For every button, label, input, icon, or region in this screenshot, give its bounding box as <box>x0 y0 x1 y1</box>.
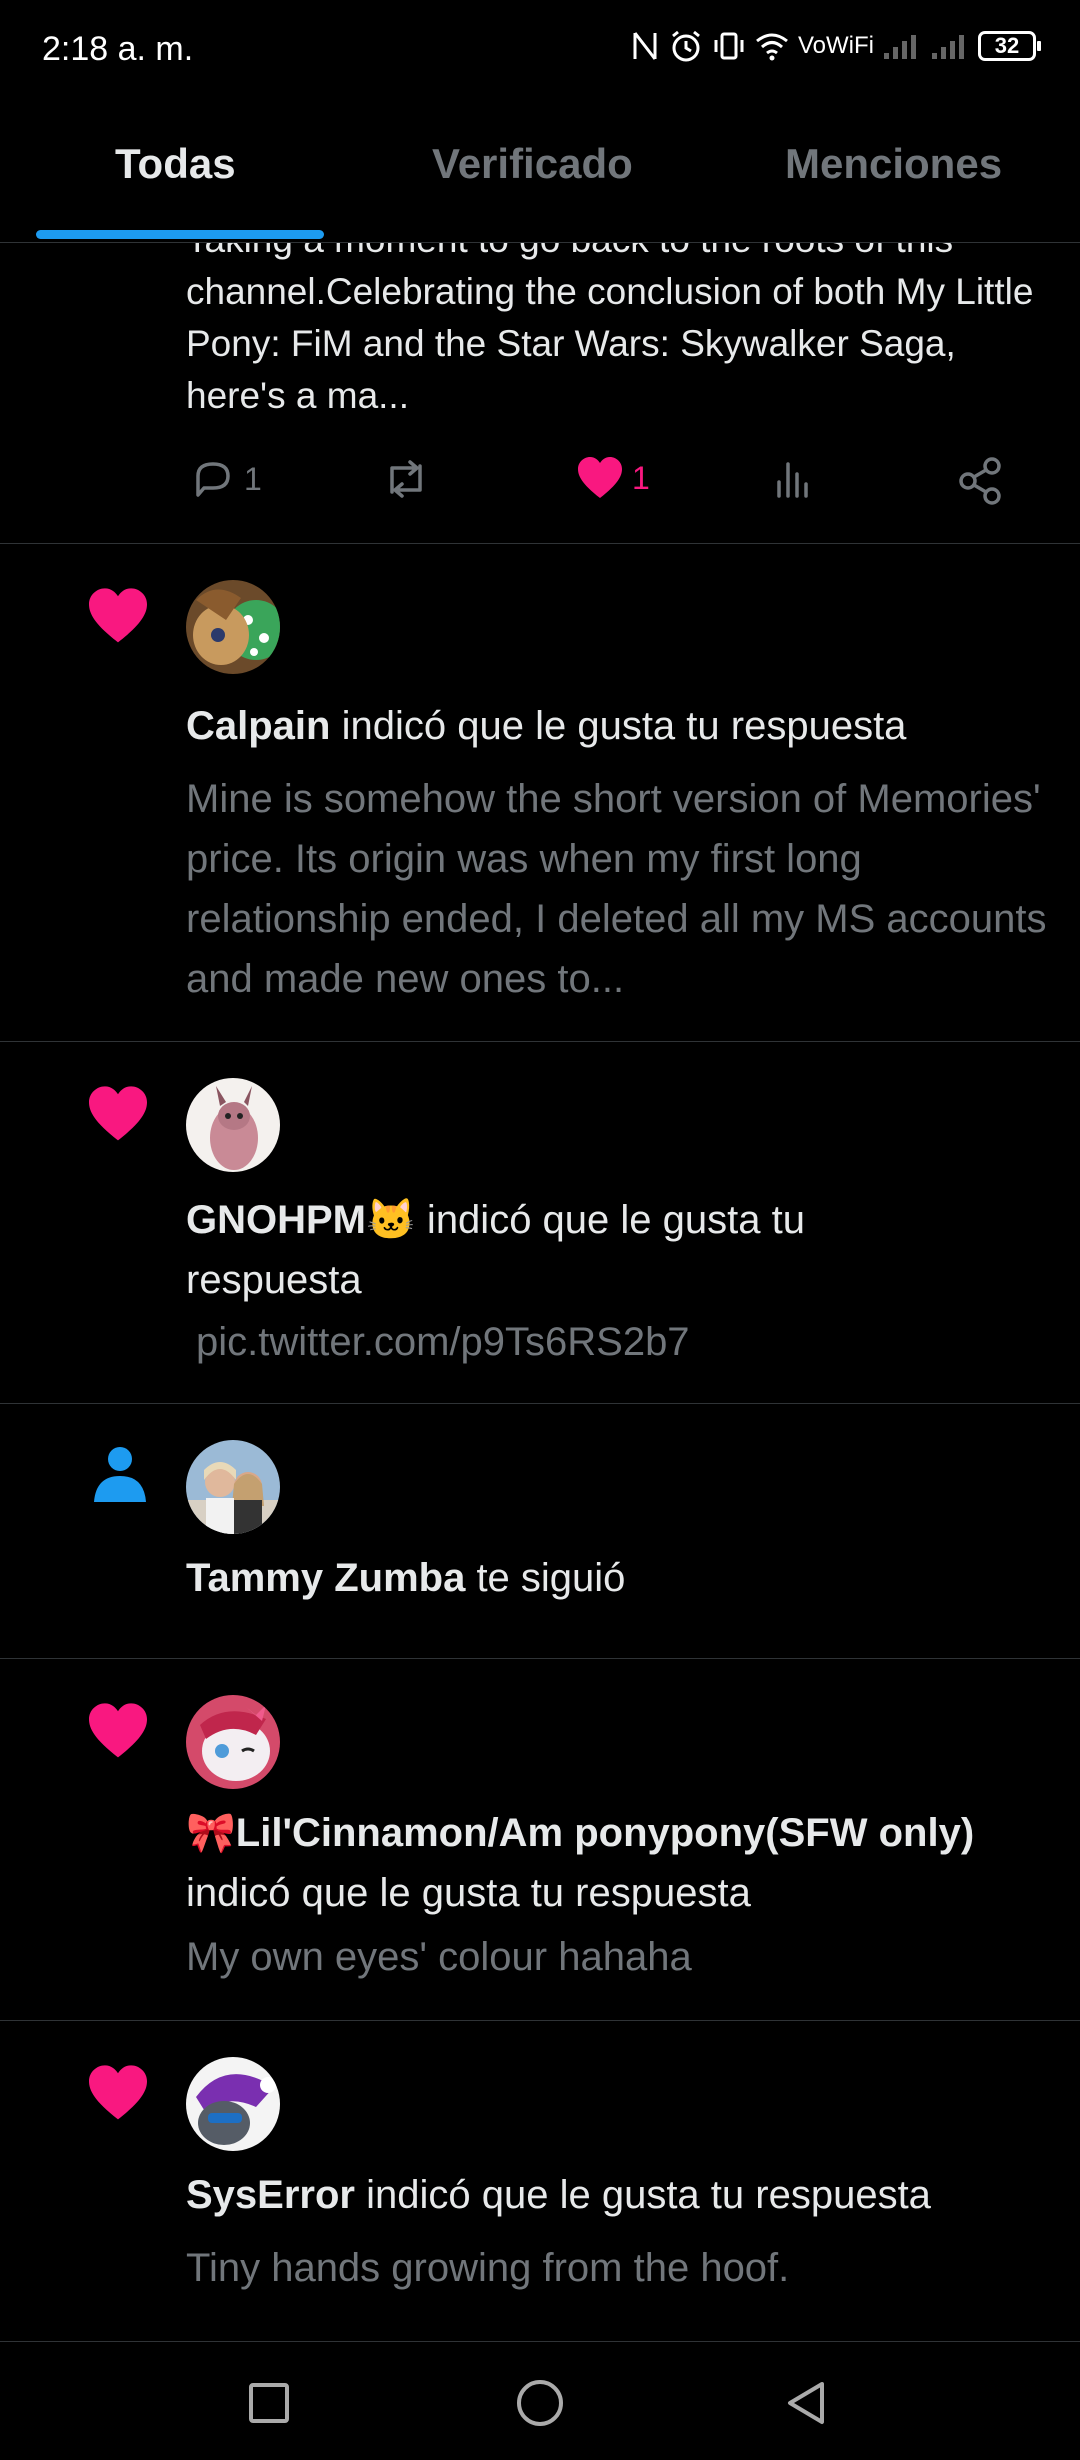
notification-item[interactable]: 🎀Lil'Cinnamon/Am ponypony(SFW only) indi… <box>0 1659 1080 2020</box>
reply-snippet: Tiny hands growing from the hoof. <box>186 2246 790 2290</box>
tab-verificado[interactable]: Verificado <box>432 140 633 188</box>
tab-todas[interactable]: Todas <box>115 140 236 188</box>
views-button[interactable] <box>771 456 815 502</box>
action-text: te siguió <box>465 1556 626 1600</box>
user-name[interactable]: Tammy Zumba <box>186 1556 465 1600</box>
avatar[interactable] <box>186 1695 280 1789</box>
user-name[interactable]: Calpain <box>186 704 330 748</box>
action-text: indicó que le gusta tu respuesta <box>354 2173 931 2217</box>
heart-icon <box>578 457 622 498</box>
retweet-icon <box>390 460 422 498</box>
system-nav-bar <box>0 2350 1080 2460</box>
post-actions: 1 1 <box>186 456 1016 516</box>
user-name[interactable]: 🎀Lil'Cinnamon/Am ponypony(SFW only) <box>186 1811 974 1855</box>
notification-item[interactable]: GNOHPM🐱 indicó que le gusta tu respuesta… <box>0 1042 1080 1403</box>
like-count: 1 <box>632 459 650 496</box>
notification-text: GNOHPM🐱 indicó que le gusta tu respuesta <box>186 1190 926 1310</box>
user-name[interactable]: GNOHPM🐱 <box>186 1198 416 1242</box>
notification-text: Calpain indicó que le gusta tu respuesta <box>186 696 1056 756</box>
recents-icon[interactable] <box>244 2378 294 2428</box>
notification-text: Tammy Zumba te siguió <box>186 1548 1056 1608</box>
bar-chart-icon <box>777 462 808 498</box>
reply-icon <box>196 462 230 497</box>
user-name[interactable]: SysError <box>186 2173 355 2217</box>
share-button[interactable] <box>956 456 1006 506</box>
person-icon <box>94 1447 146 1502</box>
home-icon[interactable] <box>512 2378 568 2434</box>
reply-button[interactable]: 1 <box>190 456 262 502</box>
tab-menciones[interactable]: Menciones <box>785 140 1002 188</box>
notification-item[interactable]: SysError indicó que le gusta tu respuest… <box>0 2021 1080 2341</box>
avatar[interactable] <box>186 580 280 674</box>
notification-text: 🎀Lil'Cinnamon/Am ponypony(SFW only) indi… <box>186 1803 1046 1923</box>
avatar[interactable] <box>186 1078 280 1172</box>
notification-text: SysError indicó que le gusta tu respuest… <box>186 2165 1066 2225</box>
heart-icon <box>89 588 147 643</box>
avatar[interactable] <box>186 2057 280 2151</box>
heart-icon <box>89 1703 147 1758</box>
media-link[interactable]: pic.twitter.com/p9Ts6RS2b7 <box>196 1312 1066 1372</box>
reply-snippet: Mine is somehow the short version of Mem… <box>186 777 1047 1001</box>
active-tab-indicator <box>36 230 324 239</box>
heart-icon <box>89 2065 147 2120</box>
post-text[interactable]: Taking a moment to go back to the roots … <box>186 214 1046 422</box>
reply-snippet: My own eyes' colour hahaha <box>186 1935 692 1979</box>
retweet-button[interactable] <box>380 456 432 502</box>
notification-item[interactable]: Tammy Zumba te siguió <box>0 1404 1080 1658</box>
divider <box>0 2341 1080 2342</box>
notification-item[interactable]: Calpain indicó que le gusta tu respuesta… <box>0 544 1080 1041</box>
back-icon[interactable] <box>782 2378 832 2428</box>
heart-icon <box>89 1086 147 1141</box>
avatar[interactable] <box>186 1440 280 1534</box>
reply-count: 1 <box>244 460 262 497</box>
like-button[interactable]: 1 <box>576 456 650 500</box>
notifications-tabs: Todas Verificado Menciones <box>0 100 1080 243</box>
action-text: indicó que le gusta tu respuesta <box>186 1871 751 1915</box>
notifications-feed[interactable]: Taking a moment to go back to the roots … <box>0 0 1080 2350</box>
action-text: indicó que le gusta tu respuesta <box>330 704 907 748</box>
share-icon <box>959 457 1001 505</box>
